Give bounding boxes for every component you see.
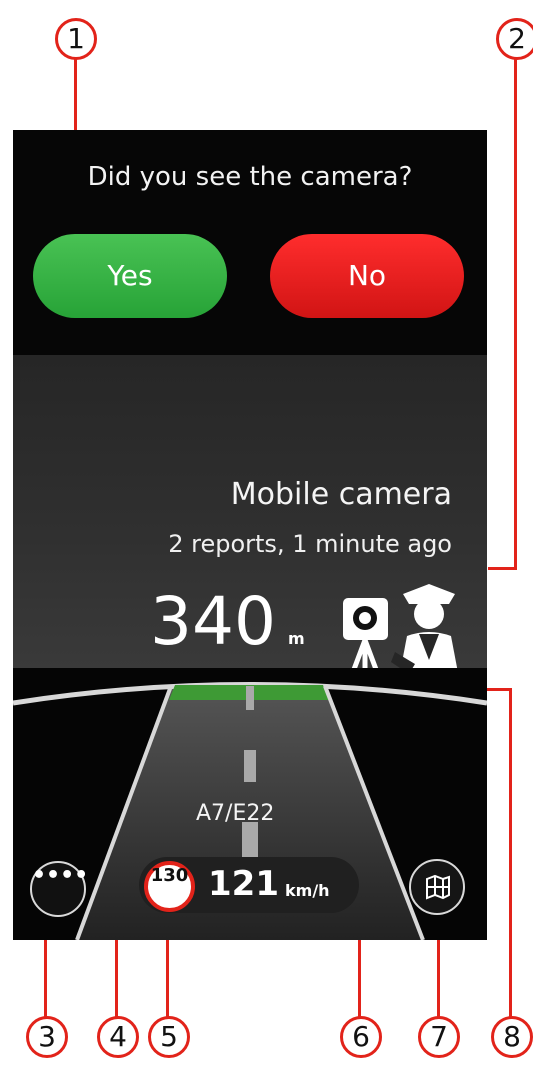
- current-speed: 121: [208, 864, 279, 904]
- map-view-button[interactable]: [409, 859, 465, 915]
- camera-question: Did you see the camera?: [87, 162, 413, 192]
- camera-report-count: 2 reports, 1 minute ago: [168, 530, 452, 558]
- more-dots-icon: ••••: [32, 863, 89, 888]
- yes-button[interactable]: Yes: [33, 234, 227, 318]
- main-menu-button[interactable]: ••••: [30, 861, 89, 917]
- callout-3: 3: [26, 1016, 68, 1058]
- speed-limit-sign: 130: [144, 861, 195, 912]
- speed-unit: km/h: [285, 881, 330, 900]
- callout-5: 5: [148, 1016, 190, 1058]
- camera-type: Mobile camera: [230, 477, 452, 512]
- callout-line-8-vertical: [509, 688, 512, 1018]
- navigation-screen: Did you see the camera? Yes No Mobile ca…: [13, 130, 487, 940]
- road-name: A7/E22: [196, 801, 275, 826]
- speed-panel: 130 121 km/h: [139, 857, 359, 913]
- mobile-speed-camera-icon: [343, 584, 459, 678]
- distance-unit: m: [288, 629, 305, 648]
- camera-warning-panel: Mobile camera 2 reports, 1 minute ago 34…: [13, 355, 487, 685]
- callout-1: 1: [55, 18, 97, 60]
- map-icon: [426, 874, 450, 900]
- callout-8: 8: [491, 1016, 533, 1058]
- distance-to-camera: 340: [150, 583, 276, 660]
- camera-confirmation-panel: Did you see the camera? Yes No: [13, 130, 487, 355]
- no-button[interactable]: No: [270, 234, 464, 318]
- callout-4: 4: [97, 1016, 139, 1058]
- callout-line-2-vertical: [514, 58, 517, 570]
- callout-line-2-horizontal: [488, 567, 517, 570]
- callout-2: 2: [496, 18, 533, 60]
- callout-6: 6: [340, 1016, 382, 1058]
- callout-7: 7: [418, 1016, 460, 1058]
